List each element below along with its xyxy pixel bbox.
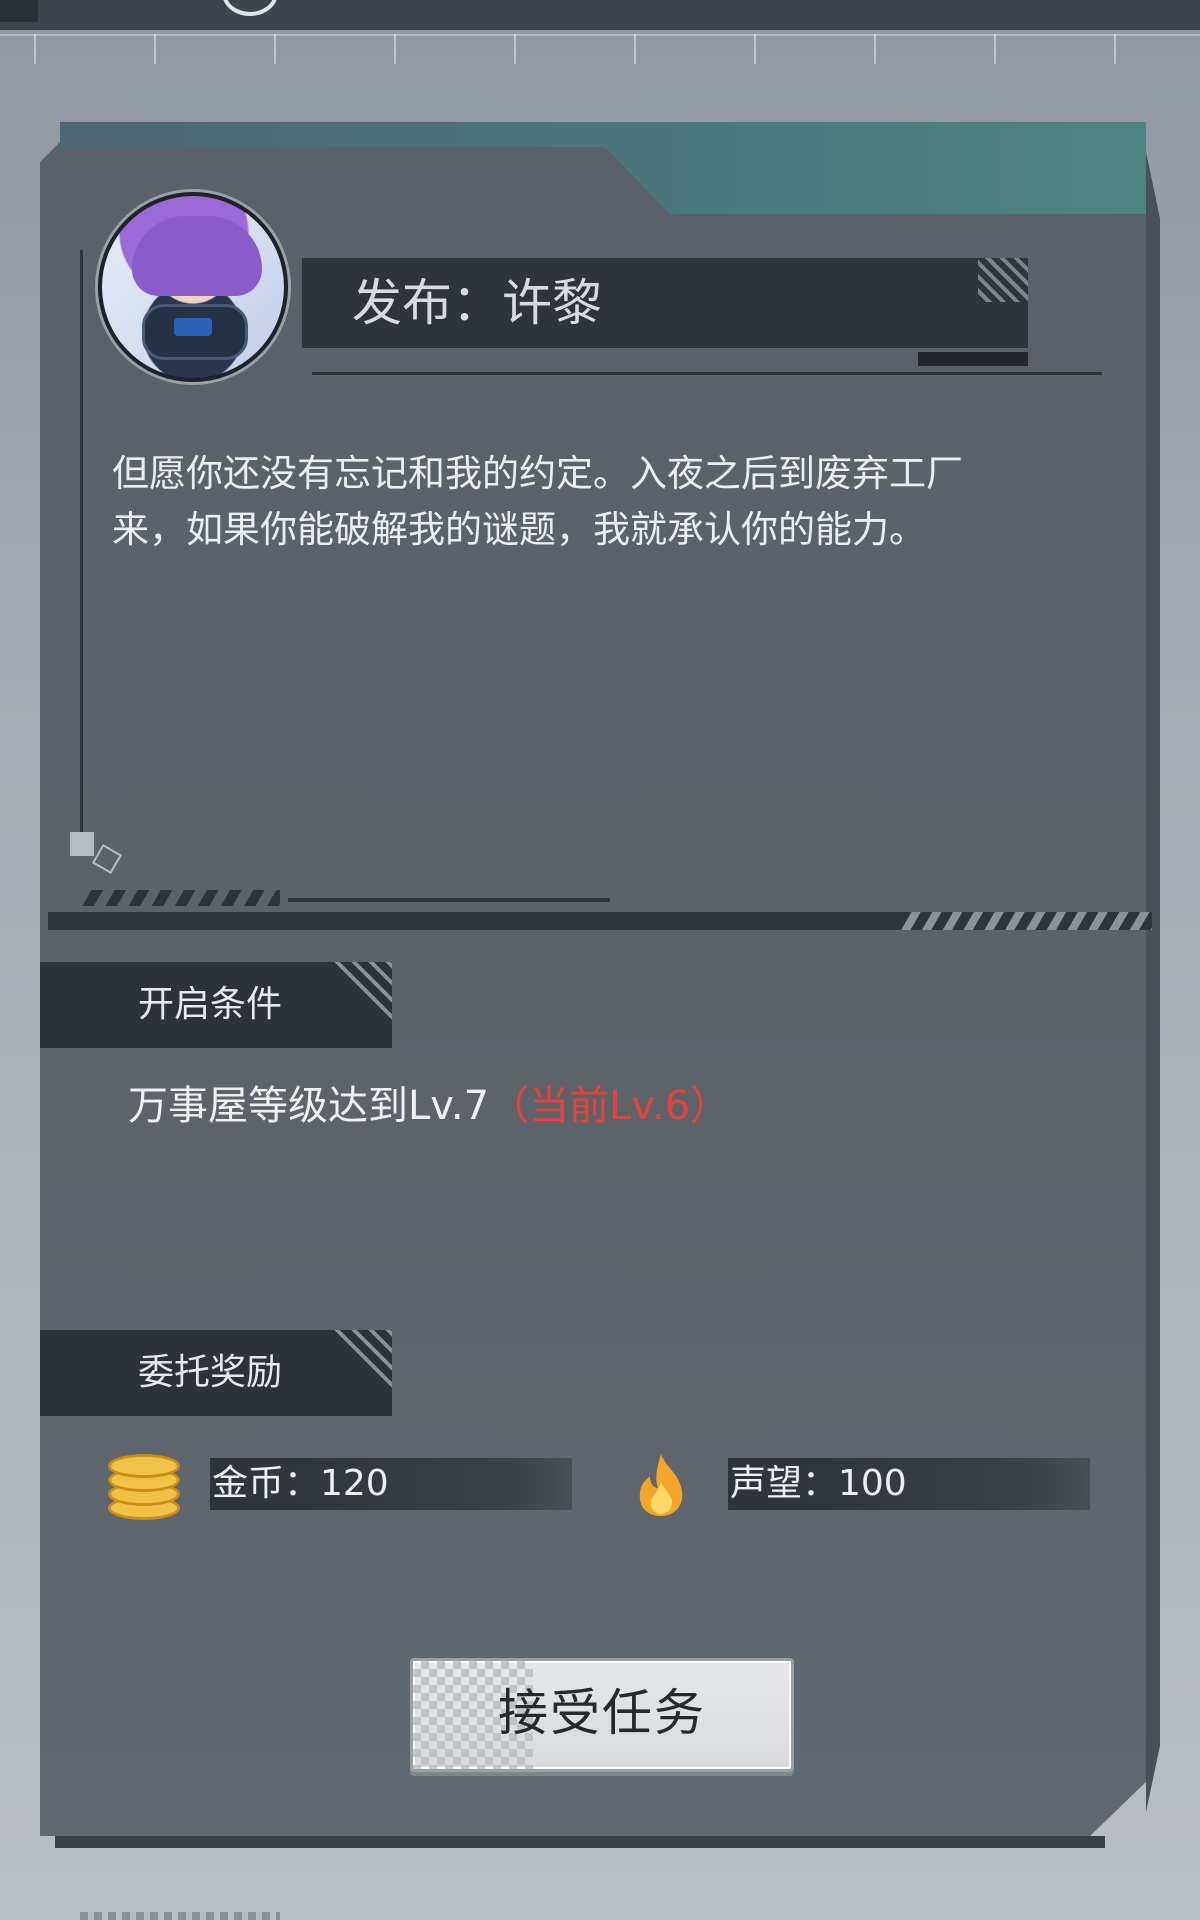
accept-task-label: 接受任务	[498, 1684, 706, 1742]
condition-requirement: 万事屋等级达到Lv.7	[128, 1083, 490, 1129]
reward-coins: 金币：120	[210, 1458, 572, 1510]
avatar-hair	[132, 216, 262, 296]
title-underline	[312, 372, 1102, 375]
title-stripes	[978, 258, 1028, 302]
rail-square	[70, 832, 94, 856]
avatar-mask-visor	[174, 318, 212, 336]
accept-task-button[interactable]: 接受任务	[410, 1658, 794, 1772]
separator-thin	[288, 898, 610, 902]
top-frame-ruler	[0, 34, 1200, 64]
publisher-avatar[interactable]	[98, 192, 288, 382]
section-stripes	[332, 962, 392, 1022]
separator-dashes-left	[80, 890, 280, 906]
panel-bottom-edge	[55, 1836, 1105, 1848]
section-stripes	[332, 1330, 392, 1390]
publisher-title: 发布：许黎	[352, 274, 602, 332]
separator-dashes-right	[900, 912, 1152, 930]
section-reward-label: 委托奖励	[138, 1352, 283, 1393]
back-icon[interactable]	[0, 0, 38, 22]
fire-icon	[639, 1454, 683, 1516]
coins-icon	[108, 1452, 180, 1520]
page-bottom-marker	[80, 1912, 280, 1920]
section-reward-header: 委托奖励	[40, 1330, 392, 1416]
left-rail	[80, 250, 83, 834]
reward-fame: 声望：100	[728, 1458, 1090, 1510]
condition-text: 万事屋等级达到Lv.7（当前Lv.6）	[128, 1078, 730, 1134]
description-line-1: 但愿你还没有忘记和我的约定。入夜之后到废弃工厂	[112, 452, 963, 495]
reward-coins-label: 金币：120	[212, 1463, 389, 1504]
condition-current-level: （当前Lv.6）	[489, 1083, 731, 1129]
section-condition-header: 开启条件	[40, 962, 392, 1048]
description-line-2: 来，如果你能破解我的谜题，我就承认你的能力。	[112, 508, 926, 551]
panel-edge	[1146, 152, 1160, 1812]
task-description: 但愿你还没有忘记和我的约定。入夜之后到废弃工厂 来，如果你能破解我的谜题，我就承…	[112, 446, 1072, 558]
section-condition-label: 开启条件	[138, 984, 283, 1025]
reward-fame-label: 声望：100	[730, 1463, 907, 1504]
title-underline-block	[918, 352, 1028, 366]
